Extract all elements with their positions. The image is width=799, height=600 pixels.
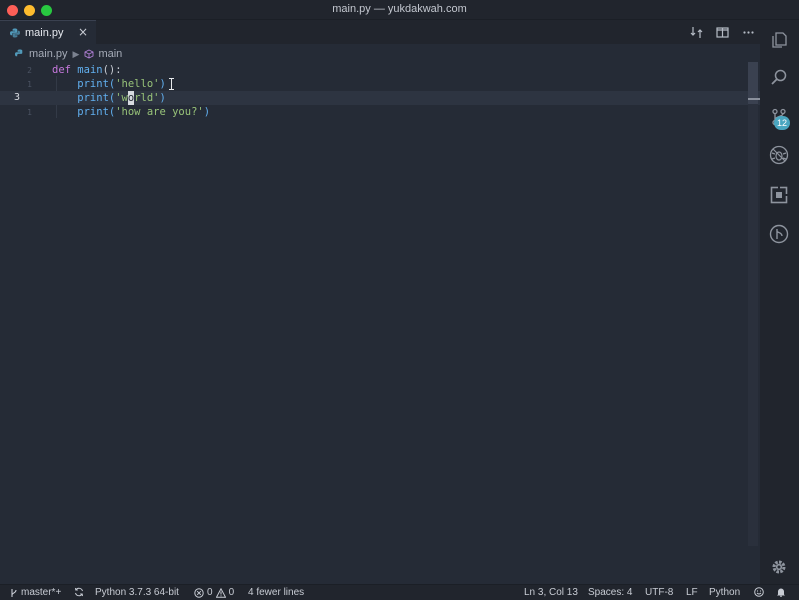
- notifications-bell-icon[interactable]: [776, 587, 786, 597]
- code-text: print('how are you?'): [52, 106, 211, 118]
- code-text: print('world'): [52, 91, 166, 105]
- python-file-icon: [10, 28, 20, 37]
- breadcrumb-file[interactable]: main.py: [29, 48, 68, 60]
- git-graph-icon[interactable]: [768, 223, 790, 245]
- activity-bar: 12: [760, 20, 799, 584]
- close-icon[interactable]: ×: [78, 25, 88, 39]
- problems-indicator[interactable]: 0 0: [194, 587, 234, 598]
- tab-label: main.py: [25, 26, 64, 39]
- debug-icon[interactable]: [768, 144, 790, 166]
- error-count: 0: [207, 587, 213, 598]
- warning-icon: [215, 587, 226, 598]
- python-file-icon: [15, 49, 23, 57]
- diff-message: 4 fewer lines: [248, 587, 305, 598]
- branch-name: master*+: [21, 587, 62, 598]
- chevron-right-icon: ▶: [72, 48, 80, 59]
- branch-indicator[interactable]: master*+: [10, 587, 61, 598]
- extensions-icon[interactable]: [768, 184, 790, 206]
- warning-count: 0: [228, 587, 235, 598]
- code-text: def main():: [52, 64, 122, 76]
- eol-setting[interactable]: LF: [686, 587, 698, 598]
- explorer-icon[interactable]: [768, 28, 790, 50]
- open-changes-icon[interactable]: [688, 24, 704, 40]
- line-number: 1: [27, 108, 32, 117]
- vertical-scrollbar[interactable]: [748, 62, 758, 546]
- line-number: 3: [13, 92, 20, 103]
- code-line-active[interactable]: 3 print('world'): [0, 91, 760, 105]
- code-editor[interactable]: 2 def main(): 1 print('hello') 3 print('…: [0, 62, 760, 584]
- line-number: 1: [27, 80, 32, 89]
- code-line[interactable]: 2 def main():: [0, 63, 760, 77]
- breadcrumb: main.py ▶ main: [15, 48, 122, 60]
- language-mode[interactable]: Python: [709, 587, 740, 598]
- tab-bar: main.py ×: [0, 20, 760, 44]
- line-number: 2: [27, 66, 32, 75]
- breadcrumb-symbol[interactable]: main: [98, 48, 122, 60]
- cursor-position-marker: [748, 98, 760, 100]
- gear-icon[interactable]: [768, 556, 790, 578]
- editor-actions: [688, 24, 756, 40]
- source-control-badge: 12: [774, 116, 790, 130]
- split-editor-icon[interactable]: [714, 24, 730, 40]
- indentation-setting[interactable]: Spaces: 4: [588, 587, 632, 598]
- code-line[interactable]: 1 print('how are you?'): [0, 105, 760, 119]
- search-icon[interactable]: [768, 66, 790, 88]
- python-interpreter[interactable]: Python 3.7.3 64-bit: [95, 587, 179, 598]
- status-bar: master*+ Python 3.7.3 64-bit 0 0 4 fewer…: [0, 584, 799, 600]
- more-actions-icon[interactable]: [740, 24, 756, 40]
- tab-main-py[interactable]: main.py ×: [0, 20, 96, 44]
- method-symbol-icon: [85, 49, 94, 59]
- encoding-setting[interactable]: UTF-8: [645, 587, 673, 598]
- window-title: main.py — yukdakwah.com: [332, 3, 467, 15]
- title-bar: main.py — yukdakwah.com: [0, 0, 799, 20]
- feedback-smiley-icon[interactable]: [754, 587, 764, 597]
- text-ibeam-cursor-icon: [169, 78, 174, 90]
- error-icon: [194, 587, 204, 598]
- code-line[interactable]: 1 print('hello'): [0, 77, 760, 91]
- git-branch-icon: [11, 588, 17, 597]
- code-text: print('hello'): [52, 78, 166, 90]
- sync-icon[interactable]: [74, 587, 84, 597]
- cursor-position[interactable]: Ln 3, Col 13: [524, 587, 578, 598]
